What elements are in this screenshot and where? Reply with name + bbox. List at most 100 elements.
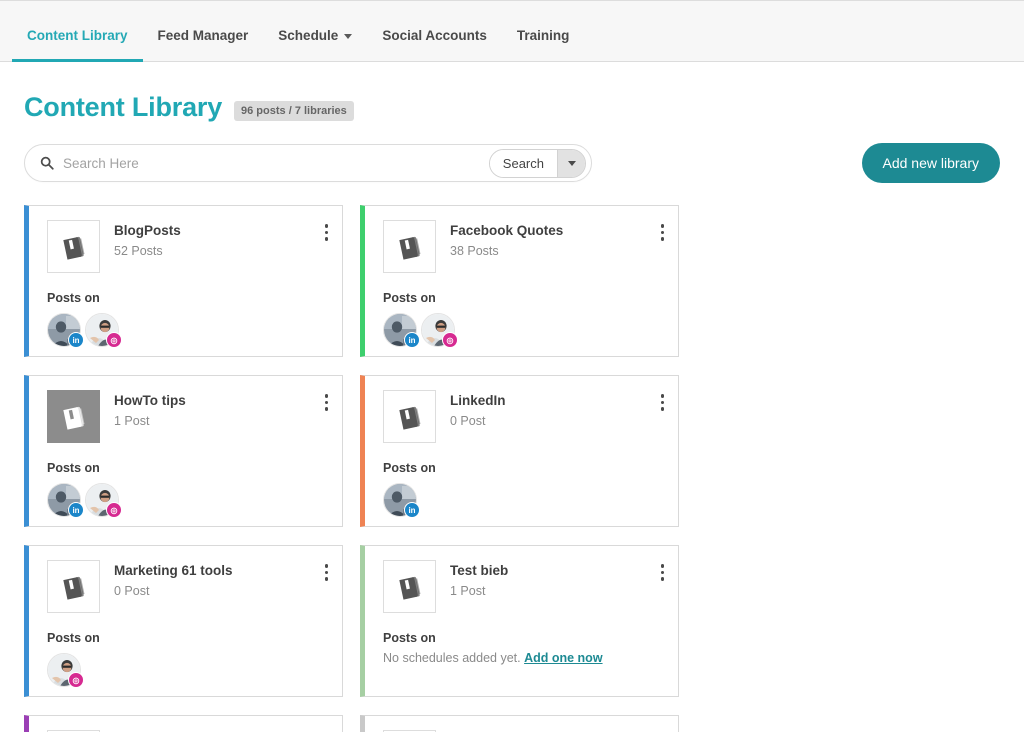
card-options-menu-icon[interactable] xyxy=(323,222,331,243)
nav-item-social-accounts[interactable]: Social Accounts xyxy=(367,28,502,61)
connected-accounts: in ◎ xyxy=(47,313,328,347)
search-toolbar: Search Add new library xyxy=(24,143,1000,183)
library-card-post-count: 0 Post xyxy=(450,414,506,428)
library-card[interactable]: HowTo tips 1 Post Posts on in ◎ xyxy=(24,375,343,527)
library-card[interactable]: Facebook Quotes 38 Posts Posts on in ◎ xyxy=(360,205,679,357)
library-card-meta: LinkedIn 0 Post xyxy=(450,390,506,443)
account-avatar-linkedin[interactable]: in xyxy=(47,313,81,347)
connected-accounts: in ◎ xyxy=(383,313,664,347)
nav-item-label: Content Library xyxy=(27,28,128,43)
page-header: Content Library 96 posts / 7 libraries xyxy=(24,62,1000,123)
card-options-menu-icon[interactable] xyxy=(659,562,667,583)
search-input[interactable] xyxy=(63,156,483,171)
posts-on-label: Posts on xyxy=(47,291,328,305)
library-card-meta: Marketing 61 tools 0 Post xyxy=(114,560,233,613)
library-card-header: Marketing 61 tools 0 Post xyxy=(47,560,328,613)
connected-accounts: ◎ xyxy=(47,653,328,687)
nav-item-label: Schedule xyxy=(278,28,338,43)
library-card-grid: BlogPosts52 PostsPosts onin◎Facebook Quo… xyxy=(24,205,1000,732)
nav-item-schedule[interactable]: Schedule xyxy=(263,28,367,61)
posts-on-label: Posts on xyxy=(47,631,328,645)
library-card-header: LinkedIn 0 Post xyxy=(383,390,664,443)
nav-item-content-library[interactable]: Content Library xyxy=(12,28,143,61)
instagram-icon: ◎ xyxy=(106,332,122,348)
library-card-post-count: 52 Posts xyxy=(114,244,181,258)
account-avatar-linkedin[interactable]: in xyxy=(47,483,81,517)
library-count-badge: 96 posts / 7 libraries xyxy=(234,101,354,121)
account-avatar-linkedin[interactable]: in xyxy=(383,313,417,347)
book-icon xyxy=(47,220,100,273)
nav-item-label: Training xyxy=(517,28,570,43)
connected-accounts: in xyxy=(383,483,664,517)
nav-item-training[interactable]: Training xyxy=(502,28,585,61)
library-card-post-count: 38 Posts xyxy=(450,244,563,258)
nav-item-feed-manager[interactable]: Feed Manager xyxy=(143,28,264,61)
top-navigation-bar: Content Library Feed Manager Schedule Socia… xyxy=(0,0,1024,62)
book-icon xyxy=(47,390,100,443)
library-card[interactable]: Test bieb 1 Post Posts on No schedules adde… xyxy=(360,545,679,697)
search-button[interactable]: Search xyxy=(490,150,557,177)
library-card-title: Marketing 61 tools xyxy=(114,563,233,578)
library-card-title: BlogPosts xyxy=(114,223,181,238)
library-card-title: LinkedIn xyxy=(450,393,506,408)
posts-on-label: Posts on xyxy=(383,461,664,475)
posts-on-label: Posts on xyxy=(383,291,664,305)
account-avatar-instagram[interactable]: ◎ xyxy=(421,313,455,347)
library-card[interactable]: BlogPosts 52 Posts Posts on in ◎ xyxy=(24,205,343,357)
library-card-meta: HowTo tips 1 Post xyxy=(114,390,186,443)
search-box[interactable]: Search xyxy=(24,144,592,182)
book-icon xyxy=(383,220,436,273)
book-icon xyxy=(47,560,100,613)
library-card[interactable]: Expired content42 Posts xyxy=(360,715,679,732)
linkedin-icon: in xyxy=(404,332,420,348)
posts-on-label: Posts on xyxy=(47,461,328,475)
nav-item-label: Feed Manager xyxy=(158,28,249,43)
nav-item-label: Social Accounts xyxy=(382,28,487,43)
library-card-header: Facebook Quotes 38 Posts xyxy=(383,220,664,273)
library-card-meta: Facebook Quotes 38 Posts xyxy=(450,220,563,273)
instagram-icon: ◎ xyxy=(68,672,84,688)
page-body: Content Library 96 posts / 7 libraries S… xyxy=(0,62,1024,732)
library-card-post-count: 0 Post xyxy=(114,584,233,598)
library-card[interactable]: Marketing 61 tools 0 Post Posts on ◎ xyxy=(24,545,343,697)
card-options-menu-icon[interactable] xyxy=(323,392,331,413)
library-card-title: HowTo tips xyxy=(114,393,186,408)
library-card-post-count: 1 Post xyxy=(450,584,508,598)
library-card-title: Facebook Quotes xyxy=(450,223,563,238)
card-options-menu-icon[interactable] xyxy=(659,222,667,243)
no-schedules-text: No schedules added yet. xyxy=(383,651,521,665)
no-schedules-message: No schedules added yet. Add one now xyxy=(383,651,664,665)
search-icon xyxy=(40,156,54,170)
account-avatar-linkedin[interactable]: in xyxy=(383,483,417,517)
linkedin-icon: in xyxy=(68,332,84,348)
caret-down-icon xyxy=(568,161,576,166)
card-options-menu-icon[interactable] xyxy=(323,562,331,583)
library-card-title: Test bieb xyxy=(450,563,508,578)
account-avatar-instagram[interactable]: ◎ xyxy=(85,313,119,347)
search-button-group[interactable]: Search xyxy=(489,149,586,178)
card-options-menu-icon[interactable] xyxy=(659,392,667,413)
library-card-header: HowTo tips 1 Post xyxy=(47,390,328,443)
library-card-header: Test bieb 1 Post xyxy=(383,560,664,613)
library-card-meta: BlogPosts 52 Posts xyxy=(114,220,181,273)
instagram-icon: ◎ xyxy=(442,332,458,348)
linkedin-icon: in xyxy=(68,502,84,518)
book-icon xyxy=(383,560,436,613)
add-schedule-link[interactable]: Add one now xyxy=(524,651,602,665)
account-avatar-instagram[interactable]: ◎ xyxy=(85,483,119,517)
connected-accounts: in ◎ xyxy=(47,483,328,517)
search-dropdown-toggle[interactable] xyxy=(557,150,585,177)
library-card-meta: Test bieb 1 Post xyxy=(450,560,508,613)
page-title: Content Library xyxy=(24,92,222,123)
posts-on-label: Posts on xyxy=(383,631,664,645)
library-card-post-count: 1 Post xyxy=(114,414,186,428)
add-new-library-button[interactable]: Add new library xyxy=(862,143,1001,183)
library-card[interactable]: Website bouwen4 PostsPosts onNo schedule… xyxy=(24,715,343,732)
chevron-down-icon xyxy=(344,34,352,39)
instagram-icon: ◎ xyxy=(106,502,122,518)
account-avatar-instagram[interactable]: ◎ xyxy=(47,653,81,687)
book-icon xyxy=(383,390,436,443)
library-card[interactable]: LinkedIn 0 Post Posts on in xyxy=(360,375,679,527)
library-card-header: BlogPosts 52 Posts xyxy=(47,220,328,273)
linkedin-icon: in xyxy=(404,502,420,518)
